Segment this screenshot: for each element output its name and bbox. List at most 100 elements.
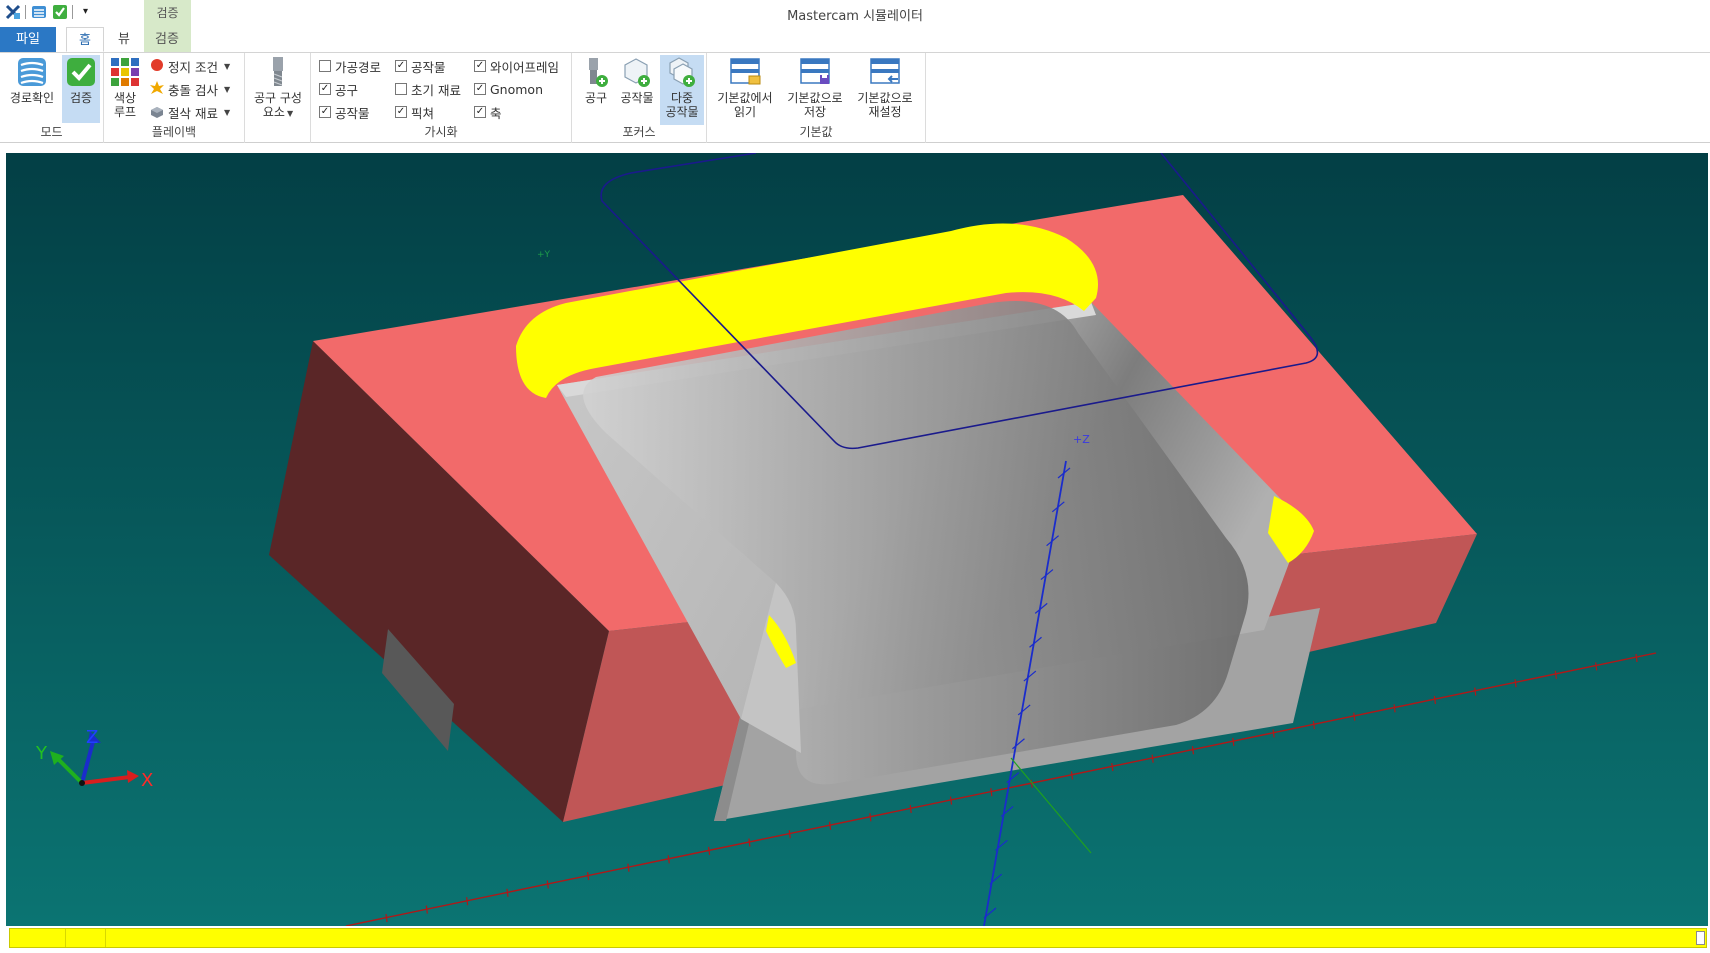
toggle-tool-label: 공구 bbox=[335, 82, 359, 98]
window-title: Mastercam 시뮬레이터 bbox=[787, 9, 923, 24]
tool-components-label-2: 요소 ▼ bbox=[262, 105, 294, 119]
collision-check-button[interactable]: 충돌 검사 ▼ bbox=[150, 79, 230, 99]
toggle-initial-stock[interactable]: 초기 재료 bbox=[395, 79, 461, 99]
focus-multi-workpiece-button[interactable]: 다중 공작물 bbox=[660, 55, 704, 125]
tool-focus-icon bbox=[579, 55, 613, 89]
focus-tool-label: 공구 bbox=[584, 91, 608, 105]
triad-z-label: Z bbox=[86, 727, 98, 748]
toggle-axes[interactable]: ✓ 축 bbox=[474, 102, 502, 122]
group-defaults: 기본값에서 읽기 기본값으로 저장 기본값으로 재설정 기본값 bbox=[707, 53, 926, 143]
separator bbox=[25, 4, 26, 19]
group-playback: 색상 루프 정지 조건 ▼ 충돌 검사 ▼ 절삭 재료 ▼ 플레이백 bbox=[104, 53, 245, 143]
progress-tick bbox=[105, 929, 106, 947]
gnomon-plus-y-label: +Y bbox=[537, 250, 551, 260]
customize-dropdown-icon[interactable]: ▾ bbox=[77, 3, 94, 20]
tool-components-label-1: 공구 구성 bbox=[254, 91, 302, 105]
stop-conditions-label: 정지 조건 bbox=[168, 59, 218, 75]
simulator-app-icon[interactable] bbox=[4, 3, 21, 20]
reset-defaults-label-1: 기본값으로 bbox=[857, 91, 913, 105]
triad-x-label: X bbox=[141, 770, 153, 791]
multi-workpiece-label-1: 다중 bbox=[670, 91, 694, 105]
load-defaults-button[interactable]: 기본값에서 읽기 bbox=[712, 55, 778, 119]
checkbox-icon: ✓ bbox=[474, 83, 486, 95]
group-label-focus: 포커스 bbox=[622, 125, 656, 139]
chevron-down-icon: ▼ bbox=[223, 84, 231, 94]
checkbox-icon: ✓ bbox=[319, 106, 331, 118]
reset-defaults-button[interactable]: 기본값으로 재설정 bbox=[852, 55, 918, 119]
checkbox-icon: ✓ bbox=[395, 106, 407, 118]
stop-sign-icon bbox=[150, 58, 164, 75]
reset-defaults-label-2: 재설정 bbox=[868, 105, 902, 119]
group-tool-components: 공구 구성 요소 ▼ bbox=[245, 53, 311, 143]
chevron-down-icon: ▼ bbox=[223, 107, 231, 117]
workpiece-focus-icon bbox=[620, 55, 654, 89]
verify-small-icon[interactable] bbox=[51, 3, 68, 20]
group-label-playback: 플레이백 bbox=[151, 125, 197, 139]
cut-stock-button[interactable]: 절삭 재료 ▼ bbox=[150, 102, 230, 122]
simulation-progress-bar[interactable] bbox=[9, 928, 1707, 948]
checkbox-icon bbox=[319, 60, 331, 72]
focus-workpiece-button[interactable]: 공작물 bbox=[615, 55, 659, 105]
toggle-workpiece-b[interactable]: ✓ 공작물 bbox=[395, 56, 446, 76]
tab-view[interactable]: 뷰 bbox=[110, 27, 138, 52]
color-loop-label-1: 색상 bbox=[113, 91, 137, 105]
gnomon-plus-z-label: +Z bbox=[1073, 433, 1090, 446]
quick-access-toolbar: ▾ bbox=[4, 3, 94, 20]
tool-components-button[interactable]: 공구 구성 요소 ▼ bbox=[249, 55, 307, 121]
toggle-workpiece-a[interactable]: ✓ 공작물 bbox=[319, 102, 370, 122]
focus-tool-button[interactable]: 공구 bbox=[578, 55, 614, 105]
load-defaults-label-1: 기본값에서 bbox=[717, 91, 773, 105]
reset-defaults-icon bbox=[868, 55, 902, 89]
title-bar: ▾ Mastercam 시뮬레이터 bbox=[0, 0, 1710, 26]
multi-workpiece-icon bbox=[665, 55, 699, 89]
group-label-defaults: 기본값 bbox=[799, 125, 833, 139]
tab-verify[interactable]: 검증 bbox=[146, 27, 188, 52]
save-defaults-label-2: 저장 bbox=[803, 105, 827, 119]
simulation-viewport[interactable]: +Z +Y Z Y X bbox=[6, 153, 1708, 926]
verify-label: 검증 bbox=[69, 91, 93, 105]
toggle-fixture[interactable]: ✓ 픽쳐 bbox=[395, 102, 434, 122]
group-mode: 경로확인 검증 모드 bbox=[0, 53, 104, 143]
multi-workpiece-label-2: 공작물 bbox=[665, 105, 699, 119]
color-loop-button[interactable]: 색상 루프 bbox=[110, 55, 140, 119]
stop-conditions-button[interactable]: 정지 조건 ▼ bbox=[150, 56, 230, 76]
toggle-axes-label: 축 bbox=[490, 105, 502, 121]
backplot-small-icon[interactable] bbox=[30, 3, 47, 20]
toggle-toolpaths[interactable]: 가공경로 bbox=[319, 56, 381, 76]
progress-tick bbox=[65, 929, 66, 947]
save-defaults-button[interactable]: 기본값으로 저장 bbox=[782, 55, 848, 119]
color-grid-icon bbox=[108, 55, 142, 89]
group-label-visibility: 가시화 bbox=[424, 125, 458, 139]
checkbox-icon: ✓ bbox=[474, 106, 486, 118]
toggle-initial-stock-label: 초기 재료 bbox=[411, 82, 461, 98]
tab-home[interactable]: 홈 bbox=[66, 27, 104, 52]
contextual-group-label: 검증 bbox=[156, 6, 179, 20]
simulator-window: ▾ Mastercam 시뮬레이터 검증 파일 홈 뷰 검증 경로확인 검증 모… bbox=[0, 0, 1710, 953]
toggle-fixture-label: 픽쳐 bbox=[411, 105, 435, 121]
toggle-tool[interactable]: ✓ 공구 bbox=[319, 79, 358, 99]
cut-stock-label: 절삭 재료 bbox=[168, 105, 218, 121]
load-defaults-icon bbox=[728, 55, 762, 89]
backplot-label: 경로확인 bbox=[9, 91, 55, 105]
save-defaults-label-1: 기본값으로 bbox=[787, 91, 843, 105]
collision-burst-icon bbox=[150, 80, 164, 98]
toggle-gnomon[interactable]: ✓ Gnomon bbox=[474, 79, 543, 99]
toggle-wireframe[interactable]: ✓ 와이어프레임 bbox=[474, 56, 559, 76]
verify-button[interactable]: 검증 bbox=[62, 55, 100, 123]
triad-origin bbox=[79, 780, 85, 786]
toggle-wireframe-label: 와이어프레임 bbox=[490, 59, 560, 75]
triad-y-label: Y bbox=[35, 743, 48, 764]
tab-file[interactable]: 파일 bbox=[0, 27, 56, 52]
group-focus: 공구 공작물 다중 공작물 포커스 bbox=[572, 53, 707, 143]
ribbon: 경로확인 검증 모드 색상 루프 정지 조건 ▼ 충돌 검사 ▼ 절삭 재료 ▼… bbox=[0, 53, 1710, 143]
progress-slider-handle[interactable] bbox=[1696, 931, 1705, 945]
endmill-icon bbox=[261, 55, 295, 89]
separator bbox=[72, 4, 73, 19]
simulation-scene[interactable]: +Z +Y Z Y X bbox=[6, 153, 1708, 926]
chevron-down-icon: ▼ bbox=[223, 61, 231, 71]
backplot-button[interactable]: 경로확인 bbox=[6, 55, 58, 105]
verify-icon bbox=[64, 55, 98, 89]
checkbox-icon: ✓ bbox=[474, 60, 486, 72]
group-visibility: 가공경로 ✓ 공구 ✓ 공작물 ✓ 공작물 초기 재료 ✓ 픽쳐 ✓ 와이어프레… bbox=[311, 53, 572, 143]
checkbox-icon: ✓ bbox=[319, 83, 331, 95]
